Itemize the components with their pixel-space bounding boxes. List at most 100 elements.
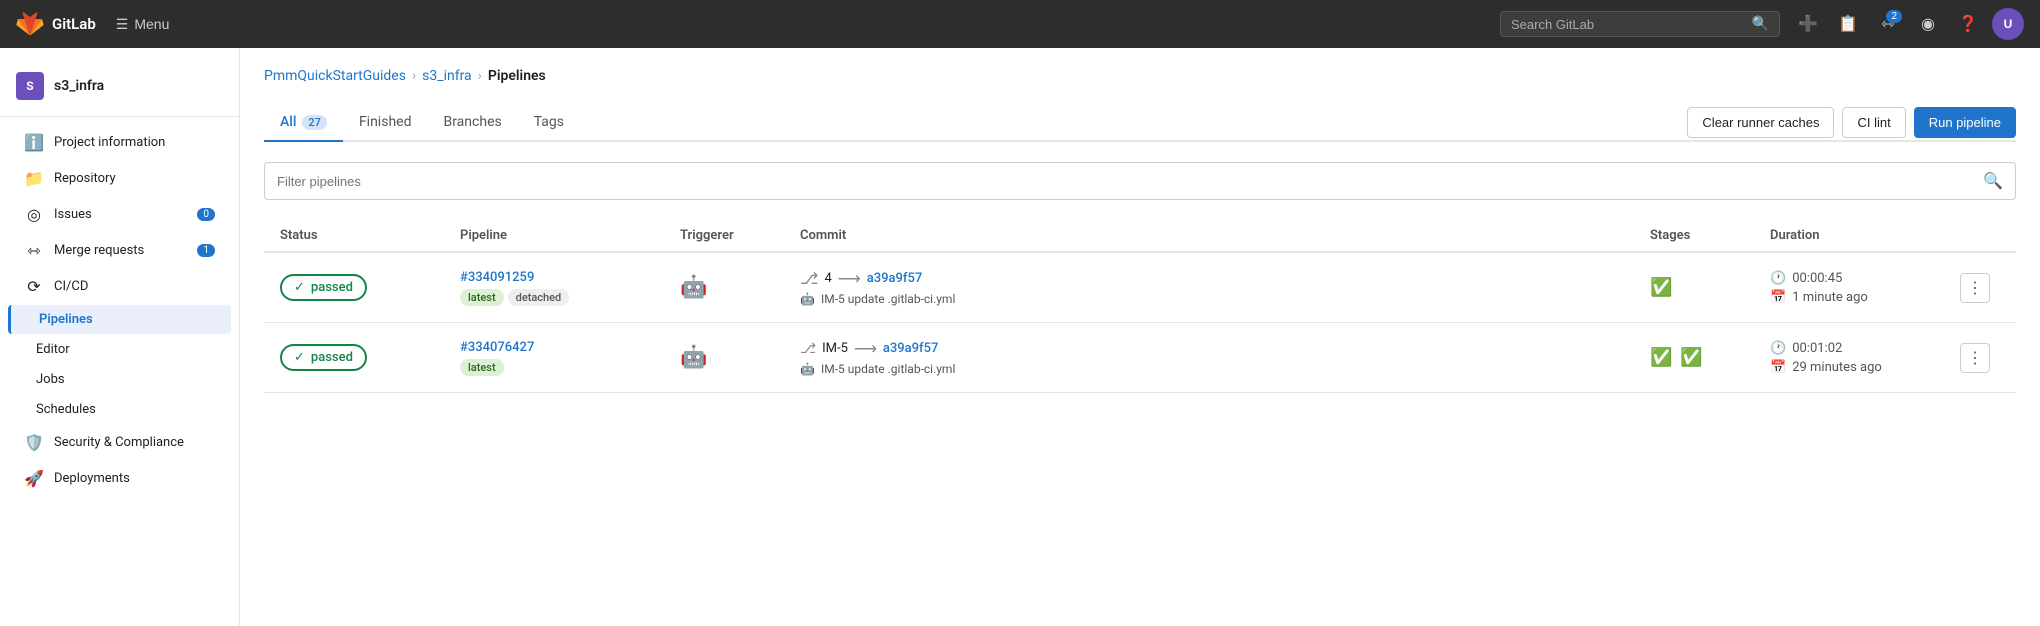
commit-hash-1[interactable]: a39a9f57 (867, 271, 923, 286)
commit-cell-1: ⎇ 4 ⟶ a39a9f57 🤖 IM-5 update .gitlab-ci.… (800, 269, 1650, 306)
sidebar-subitem-jobs[interactable]: Jobs (8, 365, 231, 394)
table-row: ✓ passed #334076427 latest 🤖 ⎇ IM (264, 323, 2016, 393)
issues-icon: ◎ (24, 205, 44, 224)
ci-lint-button[interactable]: CI lint (1842, 107, 1905, 138)
filter-pipelines-input[interactable] (265, 166, 1971, 197)
more-actions-button-2[interactable]: ⋮ (1960, 343, 1990, 373)
issues-icon: ◉ (1921, 14, 1935, 34)
search-bar: 🔍 (1500, 11, 1780, 37)
stages-cell-1: ✅ (1650, 277, 1770, 298)
pipeline-tags-2: latest (460, 359, 680, 376)
clock-icon-2: 🕐 (1770, 341, 1786, 356)
help-button[interactable]: ❓ (1952, 8, 1984, 40)
sidebar-item-merge-requests[interactable]: ⇿ Merge requests 1 (8, 233, 231, 268)
stage-check-1: ✅ (1650, 277, 1672, 298)
stage-check-2a: ✅ (1650, 347, 1672, 368)
menu-button[interactable]: ☰ Menu (108, 12, 178, 37)
header-triggerer: Triggerer (680, 228, 800, 243)
tab-tags[interactable]: Tags (518, 104, 580, 142)
breadcrumb-item-project[interactable]: s3_infra (422, 68, 472, 84)
pipeline-link-1[interactable]: #334091259 (460, 270, 680, 285)
tag-latest-1: latest (460, 289, 504, 306)
issues-badge: 0 (197, 208, 215, 221)
cicd-icon: ⟳ (24, 277, 44, 296)
tab-branches-label: Branches (443, 114, 501, 130)
time-ago-line-2: 📅 29 minutes ago (1770, 360, 1950, 375)
gitlab-logo[interactable]: GitLab (16, 10, 96, 38)
toolbar-buttons: Clear runner caches CI lint Run pipeline (1687, 107, 2016, 138)
sidebar-item-label: Deployments (54, 471, 130, 486)
commit-msg-line-1: 🤖 IM-5 update .gitlab-ci.yml (800, 292, 1650, 306)
triggerer-cell-2: 🤖 (680, 345, 800, 370)
user-avatar[interactable]: U (1992, 8, 2024, 40)
tab-finished[interactable]: Finished (343, 104, 428, 142)
merge-request-button[interactable]: ⇿ 2 (1872, 8, 1904, 40)
sidebar-item-issues[interactable]: ◎ Issues 0 (8, 197, 231, 232)
status-label-2: passed (311, 350, 353, 365)
status-cell-2: ✓ passed (280, 344, 460, 371)
duration-cell-2: 🕐 00:01:02 📅 29 minutes ago (1770, 341, 1950, 375)
clear-runner-caches-button[interactable]: Clear runner caches (1687, 107, 1834, 138)
merge-request-badge: 2 (1886, 10, 1902, 23)
pipeline-link-2[interactable]: #334076427 (460, 340, 680, 355)
gitlab-wordmark: GitLab (52, 15, 96, 33)
issues-button[interactable]: ◉ (1912, 8, 1944, 40)
run-pipeline-button[interactable]: Run pipeline (1914, 107, 2016, 138)
sidebar-item-security-compliance[interactable]: 🛡️ Security & Compliance (8, 425, 231, 460)
main-content: PmmQuickStartGuides › s3_infra › Pipelin… (240, 48, 2040, 626)
tab-all[interactable]: All 27 (264, 104, 343, 142)
breadcrumb-item-org[interactable]: PmmQuickStartGuides (264, 68, 406, 84)
breadcrumb: PmmQuickStartGuides › s3_infra › Pipelin… (264, 68, 2016, 84)
commit-msg-icon-1: 🤖 (800, 292, 815, 306)
jobs-label: Jobs (36, 372, 65, 387)
status-badge-passed-1: ✓ passed (280, 274, 367, 301)
filter-search-button[interactable]: 🔍 (1971, 163, 2015, 199)
status-label-1: passed (311, 280, 353, 295)
sidebar-item-label: Issues (54, 207, 92, 222)
status-badge-passed-2: ✓ passed (280, 344, 367, 371)
commit-ref-line-2: ⎇ IM-5 ⟶ a39a9f57 (800, 339, 1650, 358)
editor-label: Editor (36, 342, 70, 357)
commit-ref-line-1: ⎇ 4 ⟶ a39a9f57 (800, 269, 1650, 288)
sidebar-item-repository[interactable]: 📁 Repository (8, 161, 231, 196)
tab-all-count: 27 (302, 115, 327, 130)
tab-branches[interactable]: Branches (427, 104, 517, 142)
sidebar-item-project-information[interactable]: ℹ️ Project information (8, 125, 231, 160)
branch-icon-2: ⎇ (800, 341, 816, 357)
calendar-icon-2: 📅 (1770, 360, 1786, 375)
sidebar-subitem-editor[interactable]: Editor (8, 335, 231, 364)
project-avatar: S (16, 72, 44, 100)
schedules-label: Schedules (36, 402, 96, 417)
commit-hash-2[interactable]: a39a9f57 (883, 341, 939, 356)
filter-row: 🔍 (264, 162, 2016, 200)
status-cell-1: ✓ passed (280, 274, 460, 301)
sidebar-item-deployments[interactable]: 🚀 Deployments (8, 461, 231, 496)
header-actions (1950, 228, 2000, 243)
commit-msg-1: IM-5 update .gitlab-ci.yml (821, 292, 955, 306)
commit-cell-2: ⎇ IM-5 ⟶ a39a9f57 🤖 IM-5 update .gitlab-… (800, 339, 1650, 376)
sidebar: S s3_infra ℹ️ Project information 📁 Repo… (0, 48, 240, 626)
duration-line-1: 🕐 00:00:45 (1770, 271, 1950, 286)
breadcrumb-sep-1: › (412, 68, 416, 84)
sidebar-subitem-pipelines[interactable]: Pipelines (8, 305, 231, 334)
header-status: Status (280, 228, 460, 243)
pipeline-tags-1: latest detached (460, 289, 680, 306)
triggerer-icon-1: 🤖 (680, 275, 707, 300)
more-actions-button-1[interactable]: ⋮ (1960, 273, 1990, 303)
header-duration: Duration (1770, 228, 1950, 243)
create-button[interactable]: ➕ (1792, 8, 1824, 40)
sidebar-item-cicd[interactable]: ⟳ CI/CD (8, 269, 231, 304)
plus-icon: ➕ (1798, 14, 1818, 34)
tag-detached-1: detached (508, 289, 570, 306)
breadcrumb-sep-2: › (478, 68, 482, 84)
sidebar-subitem-schedules[interactable]: Schedules (8, 395, 231, 424)
pipeline-cell-1: #334091259 latest detached (460, 270, 680, 306)
branch-count-icon-1: ⎇ (800, 269, 818, 288)
app-layout: S s3_infra ℹ️ Project information 📁 Repo… (0, 48, 2040, 626)
todo-button[interactable]: 📋 (1832, 8, 1864, 40)
hamburger-icon: ☰ (116, 16, 129, 33)
search-input[interactable] (1511, 17, 1752, 32)
project-initial: S (26, 79, 33, 93)
deployments-icon: 🚀 (24, 469, 44, 488)
todo-icon: 📋 (1838, 14, 1858, 34)
